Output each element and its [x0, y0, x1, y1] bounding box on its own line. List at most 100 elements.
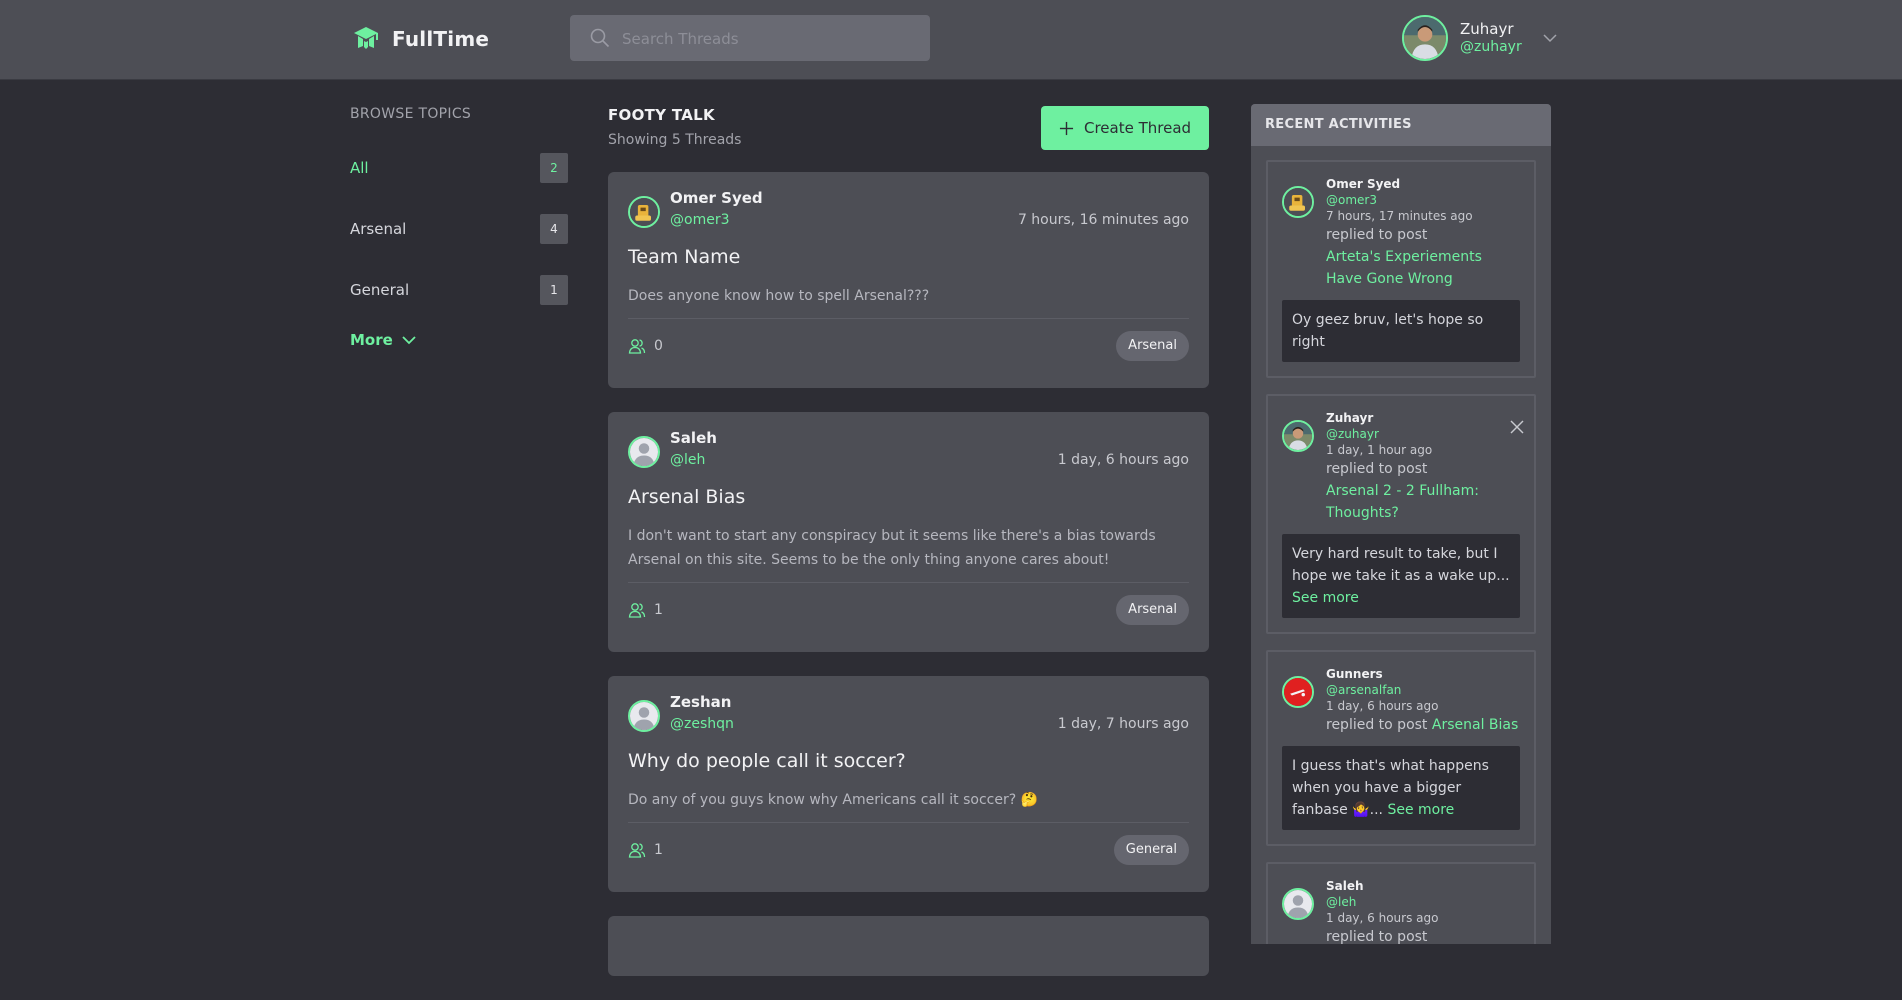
more-topics-button[interactable]: More	[350, 331, 568, 349]
activity-time: 1 day, 1 hour ago	[1326, 443, 1433, 457]
more-label: More	[350, 331, 393, 349]
chevron-down-icon	[402, 336, 416, 345]
thread-time: 1 day, 6 hours ago	[1057, 452, 1189, 468]
thread-body: Do any of you guys know why Americans ca…	[628, 788, 1189, 823]
author-avatar[interactable]	[628, 436, 660, 468]
activity-quote: Very hard result to take, but I hope we …	[1282, 534, 1520, 618]
activity-time: 1 day, 6 hours ago	[1326, 911, 1439, 925]
see-more-link[interactable]: See more	[1387, 802, 1454, 818]
search-icon	[590, 28, 610, 48]
plus-icon	[1059, 121, 1074, 135]
activity-avatar[interactable]	[1282, 888, 1314, 920]
activity-action-line: replied to post Arsenal Bias	[1326, 714, 1518, 736]
activity-user-handle[interactable]: @arsenalfan	[1326, 682, 1518, 698]
top-bar: FullTime Zuhayr @zuhayr	[0, 0, 1902, 80]
feed-header: FOOTY TALK Showing 5 Threads Create Thre…	[608, 106, 1209, 172]
activity-user-handle[interactable]: @zuhayr	[1326, 426, 1520, 442]
activity-user-name[interactable]: Zuhayr	[1326, 410, 1520, 426]
chevron-down-icon[interactable]	[1542, 30, 1558, 46]
search-input[interactable]	[620, 15, 924, 63]
activity-quote-text: Very hard result to take, but I hope we …	[1292, 546, 1510, 584]
activity-card: Saleh @leh 1 day, 6 hours ago replied to…	[1266, 862, 1536, 944]
user-handle: @zuhayr	[1460, 39, 1522, 55]
topic-label: General	[350, 281, 410, 299]
participant-count: 1	[654, 842, 663, 858]
topic-label: All	[350, 159, 369, 177]
author-avatar[interactable]	[628, 700, 660, 732]
activity-card: Gunners @arsenalfan 1 day, 6 hours ago r…	[1266, 650, 1536, 846]
activity-post-link[interactable]: Arsenal Bias	[1432, 717, 1518, 733]
app-logo[interactable]: FullTime	[351, 24, 489, 54]
activity-avatar[interactable]	[1282, 676, 1314, 708]
user-menu[interactable]: Zuhayr @zuhayr	[1402, 15, 1558, 61]
thread-title[interactable]: Arsenal Bias	[628, 486, 1189, 508]
topic-tag[interactable]: General	[1113, 835, 1189, 865]
topic-count-badge: 4	[540, 214, 568, 244]
topic-tag[interactable]: Arsenal	[1116, 595, 1189, 625]
topic-label: Arsenal	[350, 220, 407, 238]
create-thread-label: Create Thread	[1083, 119, 1192, 137]
author-name[interactable]: Saleh	[670, 428, 717, 448]
thread-feed: FOOTY TALK Showing 5 Threads Create Thre…	[608, 106, 1209, 1000]
topic-general[interactable]: General 1	[350, 275, 568, 305]
activity-post-link[interactable]: Arsenal 2 - 2 Fullham: Thoughts?	[1326, 480, 1520, 524]
author-avatar[interactable]	[628, 196, 660, 228]
thread-body: Does anyone know how to spell Arsenal???	[628, 284, 1189, 319]
activity-card: Zuhayr @zuhayr 1 day, 1 hour ago replied…	[1266, 394, 1536, 634]
browse-topics: BROWSE TOPICS All 2 Arsenal 4 General 1 …	[350, 106, 568, 349]
activity-quote: I guess that's what happens when you hav…	[1282, 746, 1520, 830]
activity-action: replied to post	[1326, 717, 1428, 733]
thread-body: I don't want to start any conspiracy but…	[628, 524, 1189, 583]
activity-action: replied to post	[1326, 929, 1428, 944]
activity-card: Omer Syed @omer3 7 hours, 17 minutes ago…	[1266, 160, 1536, 378]
activity-avatar[interactable]	[1282, 186, 1314, 218]
activity-avatar[interactable]	[1282, 420, 1314, 452]
author-handle[interactable]: @omer3	[670, 208, 763, 232]
activity-user-name[interactable]: Saleh	[1326, 878, 1438, 894]
activity-action: replied to post	[1326, 227, 1428, 243]
author-name[interactable]: Zeshan	[670, 692, 734, 712]
author-handle[interactable]: @leh	[670, 448, 717, 472]
user-name: Zuhayr	[1460, 20, 1514, 38]
recent-activities-panel: RECENT ACTIVITIES Omer Syed @omer3 7 hou…	[1251, 104, 1551, 944]
thread-title[interactable]: Why do people call it soccer?	[628, 750, 1189, 772]
author-handle[interactable]: @zeshqn	[670, 712, 734, 736]
see-more-link[interactable]: See more	[1292, 587, 1510, 609]
topic-tag[interactable]: Arsenal	[1116, 331, 1189, 361]
topic-count-badge: 2	[540, 153, 568, 183]
thread-card[interactable]: Zeshan @zeshqn 1 day, 7 hours ago Why do…	[608, 676, 1209, 892]
close-icon[interactable]	[1510, 420, 1524, 434]
user-identity: Zuhayr @zuhayr	[1460, 20, 1522, 56]
recent-activities-title: RECENT ACTIVITIES	[1251, 104, 1551, 146]
create-thread-button[interactable]: Create Thread	[1041, 106, 1209, 150]
topic-arsenal[interactable]: Arsenal 4	[350, 214, 568, 244]
people-icon	[628, 603, 646, 618]
activity-user-name[interactable]: Omer Syed	[1326, 176, 1520, 192]
app-name: FullTime	[392, 27, 490, 51]
thread-title[interactable]: Team Name	[628, 246, 1189, 268]
participant-count: 0	[654, 338, 663, 354]
thread-card[interactable]: Saleh @leh 1 day, 6 hours ago Arsenal Bi…	[608, 412, 1209, 652]
people-icon	[628, 843, 646, 858]
graduation-cap-logo-icon	[354, 27, 378, 49]
activity-user-handle[interactable]: @omer3	[1326, 192, 1520, 208]
activity-quote-text: Oy geez bruv, let's hope so right	[1292, 312, 1484, 350]
activity-user-name[interactable]: Gunners	[1326, 666, 1518, 682]
topic-all[interactable]: All 2	[350, 153, 568, 183]
search-box[interactable]	[570, 15, 930, 63]
activity-quote: Oy geez bruv, let's hope so right	[1282, 300, 1520, 362]
author-name[interactable]: Omer Syed	[670, 188, 763, 208]
activity-time: 7 hours, 17 minutes ago	[1326, 209, 1473, 223]
thread-card[interactable]	[608, 916, 1209, 976]
activity-action: replied to post	[1326, 461, 1428, 477]
user-avatar[interactable]	[1402, 15, 1448, 61]
topic-count-badge: 1	[540, 275, 568, 305]
activity-post-link[interactable]: Arteta's Experiements Have Gone Wrong	[1326, 246, 1520, 290]
participant-count: 1	[654, 602, 663, 618]
people-icon	[628, 339, 646, 354]
browse-topics-title: BROWSE TOPICS	[350, 106, 472, 122]
thread-time: 1 day, 7 hours ago	[1057, 716, 1189, 732]
activity-user-handle[interactable]: @leh	[1326, 894, 1438, 910]
thread-card[interactable]: Omer Syed @omer3 7 hours, 16 minutes ago…	[608, 172, 1209, 388]
thread-time: 7 hours, 16 minutes ago	[1017, 212, 1189, 228]
